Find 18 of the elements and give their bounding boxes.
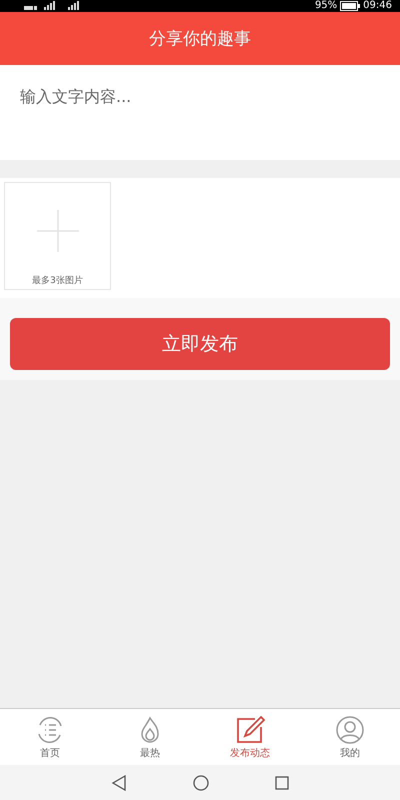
battery-icon (340, 1, 360, 11)
tab-item[interactable]: 最热 (100, 709, 200, 765)
image-limit-hint: 最多3张图片 (32, 274, 83, 287)
edit-icon (235, 714, 265, 744)
tab-item[interactable]: 发布动态 (200, 709, 300, 765)
add-image-button[interactable]: 最多3张图片 (4, 182, 111, 290)
back-icon[interactable] (111, 774, 127, 790)
person-icon (335, 714, 365, 744)
publish-button[interactable]: 立即发布 (10, 318, 390, 370)
tab-item[interactable]: 我的 (300, 709, 400, 765)
clock: 09:46 (363, 0, 392, 12)
text-input[interactable]: 输入文字内容... (0, 65, 400, 160)
home-icon[interactable] (193, 774, 209, 790)
tab-item[interactable]: 首页 (0, 709, 100, 765)
page-title: 分享你的趣事 (149, 28, 251, 50)
plus-icon (37, 210, 79, 252)
recents-icon[interactable] (275, 776, 289, 790)
battery-percent: 95% (314, 0, 338, 12)
